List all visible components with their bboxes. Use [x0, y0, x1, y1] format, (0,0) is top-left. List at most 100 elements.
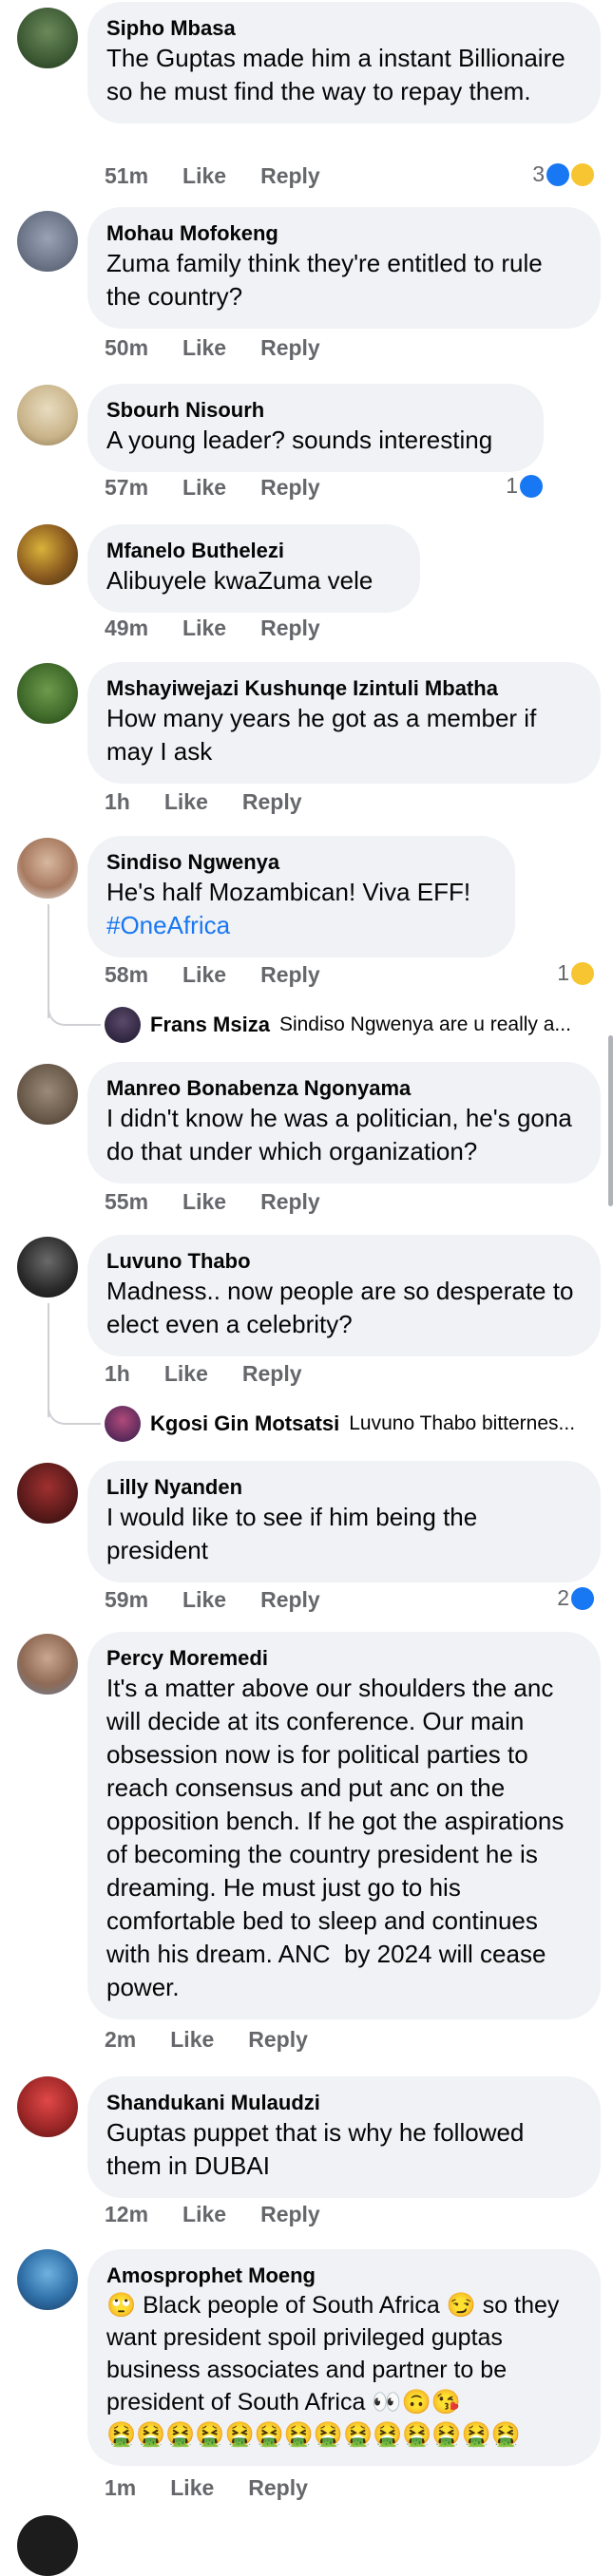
comment-text: A young leader? sounds interesting	[106, 426, 493, 454]
avatar[interactable]	[17, 385, 78, 445]
like-button[interactable]: Like	[170, 2027, 214, 2053]
commenter-name[interactable]: Shandukani Mulaudzi	[106, 2090, 582, 2116]
avatar[interactable]	[17, 1064, 78, 1125]
comment-text: Zuma family think they're entitled to ru…	[106, 249, 549, 311]
reply-preview[interactable]: Frans Msiza Sindiso Ngwenya are u really…	[105, 1007, 599, 1043]
comment-actions: 49m Like Reply	[105, 616, 320, 641]
reply-author: Frans Msiza	[150, 1013, 270, 1036]
thread-connector	[48, 1400, 101, 1425]
avatar[interactable]	[17, 524, 78, 585]
comment-actions: 1h Like Reply	[105, 789, 302, 815]
comment-bubble: Amosprophet Moeng 🙄 Black people of Sout…	[87, 2249, 601, 2466]
avatar[interactable]	[17, 2249, 78, 2310]
comment-actions: 12m Like Reply	[105, 2202, 320, 2227]
reply-button[interactable]: Reply	[260, 335, 320, 361]
reply-button[interactable]: Reply	[248, 2475, 308, 2501]
comment-actions: 57m Like Reply	[105, 475, 320, 501]
hashtag-link[interactable]: #OneAfrica	[106, 909, 496, 942]
commenter-name[interactable]: Luvuno Thabo	[106, 1248, 582, 1275]
avatar	[105, 1406, 141, 1442]
commenter-name[interactable]: Sbourh Nisourh	[106, 397, 525, 424]
comment-timestamp[interactable]: 57m	[105, 475, 148, 501]
commenter-name[interactable]: Manreo Bonabenza Ngonyama	[106, 1075, 582, 1102]
reply-button[interactable]: Reply	[242, 1361, 302, 1387]
comment-actions: 1h Like Reply	[105, 1361, 302, 1387]
reply-button[interactable]: Reply	[260, 475, 320, 501]
comment-bubble: Mshayiwejazi Kushunqe Izintuli Mbatha Ho…	[87, 662, 601, 784]
like-button[interactable]: Like	[182, 616, 226, 641]
avatar[interactable]	[17, 663, 78, 724]
commenter-name[interactable]: Sindiso Ngwenya	[106, 849, 496, 876]
reply-button[interactable]: Reply	[242, 789, 302, 815]
comment-timestamp[interactable]: 1m	[105, 2475, 136, 2501]
reaction-summary[interactable]: 1	[506, 473, 543, 499]
avatar[interactable]	[17, 1463, 78, 1524]
like-button[interactable]: Like	[182, 163, 226, 189]
like-icon	[546, 162, 569, 186]
comment-actions: 50m Like Reply	[105, 335, 320, 361]
reply-button[interactable]: Reply	[260, 962, 320, 988]
comment-bubble: Mfanelo Buthelezi Alibuyele kwaZuma vele	[87, 524, 420, 613]
reply-button[interactable]: Reply	[260, 163, 320, 189]
scrollbar[interactable]	[608, 1035, 613, 1206]
commenter-name[interactable]: Amosprophet Moeng	[106, 2263, 582, 2289]
reply-button[interactable]: Reply	[248, 2027, 308, 2053]
comment-actions: 59m Like Reply	[105, 1587, 320, 1613]
reaction-count: 3	[532, 161, 545, 186]
comment-actions: 2m Like Reply	[105, 2027, 308, 2053]
like-button[interactable]: Like	[164, 789, 208, 815]
avatar[interactable]	[17, 2515, 78, 2576]
thread-connector	[48, 1001, 101, 1026]
like-button[interactable]: Like	[182, 1587, 226, 1613]
reaction-summary[interactable]: 3	[532, 161, 594, 187]
comment-text: Alibuyele kwaZuma vele	[106, 566, 374, 595]
comment-timestamp[interactable]: 50m	[105, 335, 148, 361]
reaction-summary[interactable]: 2	[557, 1585, 594, 1611]
reaction-summary[interactable]: 1	[557, 960, 594, 986]
comment-timestamp[interactable]: 55m	[105, 1189, 148, 1215]
comment-timestamp[interactable]: 59m	[105, 1587, 148, 1613]
comment-timestamp[interactable]: 51m	[105, 163, 148, 189]
reply-text: Sindiso Ngwenya are u really a...	[278, 1013, 571, 1035]
commenter-name[interactable]: Percy Moremedi	[106, 1645, 582, 1672]
like-button[interactable]: Like	[182, 962, 226, 988]
comment-bubble: Luvuno Thabo Madness.. now people are so…	[87, 1235, 601, 1356]
like-button[interactable]: Like	[164, 1361, 208, 1387]
comment-timestamp[interactable]: 58m	[105, 962, 148, 988]
avatar[interactable]	[17, 2076, 78, 2137]
comment-actions: 58m Like Reply	[105, 962, 320, 988]
reply-button[interactable]: Reply	[260, 1587, 320, 1613]
comment-timestamp[interactable]: 12m	[105, 2202, 148, 2227]
reply-button[interactable]: Reply	[260, 2202, 320, 2227]
avatar[interactable]	[17, 838, 78, 899]
like-button[interactable]: Like	[182, 1189, 226, 1215]
avatar[interactable]	[17, 1634, 78, 1695]
reply-author: Kgosi Gin Motsatsi	[150, 1411, 340, 1435]
comment-timestamp[interactable]: 1h	[105, 1361, 130, 1387]
comment-bubble: Mohau Mofokeng Zuma family think they're…	[87, 207, 601, 329]
commenter-name[interactable]: Mfanelo Buthelezi	[106, 538, 401, 564]
commenter-name[interactable]: Lilly Nyanden	[106, 1474, 582, 1501]
like-button[interactable]: Like	[182, 475, 226, 501]
like-button[interactable]: Like	[170, 2475, 214, 2501]
like-button[interactable]: Like	[182, 335, 226, 361]
comment-text: He's half Mozambican! Viva EFF!	[106, 878, 471, 906]
reaction-count: 2	[557, 1585, 569, 1610]
comment-timestamp[interactable]: 49m	[105, 616, 148, 641]
commenter-name[interactable]: Mshayiwejazi Kushunqe Izintuli Mbatha	[106, 675, 582, 702]
reply-button[interactable]: Reply	[260, 616, 320, 641]
avatar[interactable]	[17, 1237, 78, 1297]
avatar[interactable]	[17, 211, 78, 272]
comment-timestamp[interactable]: 2m	[105, 2027, 136, 2053]
haha-icon	[571, 961, 594, 985]
reply-preview[interactable]: Kgosi Gin Motsatsi Luvuno Thabo bitterne…	[105, 1406, 599, 1442]
like-icon	[571, 1586, 594, 1610]
avatar[interactable]	[17, 8, 78, 68]
reply-button[interactable]: Reply	[260, 1189, 320, 1215]
comment-bubble: Sipho Mbasa The Guptas made him a instan…	[87, 2, 601, 123]
commenter-name[interactable]: Mohau Mofokeng	[106, 220, 582, 247]
comment-text: It's a matter above our shoulders the an…	[106, 1674, 578, 2001]
comment-timestamp[interactable]: 1h	[105, 789, 130, 815]
commenter-name[interactable]: Sipho Mbasa	[106, 15, 582, 42]
like-button[interactable]: Like	[182, 2202, 226, 2227]
